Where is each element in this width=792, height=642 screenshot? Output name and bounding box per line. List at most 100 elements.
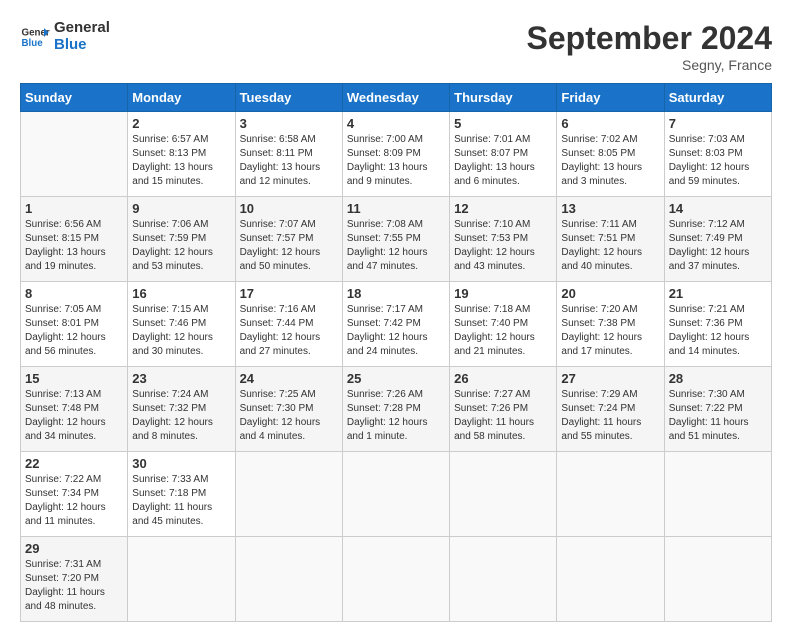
calendar-cell: 1 Sunrise: 6:56 AM Sunset: 8:15 PM Daylig… [21,197,128,282]
day-info: Sunrise: 7:33 AM Sunset: 7:18 PM Dayligh… [132,473,230,529]
day-number: 13 [561,201,659,216]
day-info: Sunrise: 7:00 AM Sunset: 8:09 PM Dayligh… [347,133,445,189]
calendar-cell: 13 Sunrise: 7:11 AM Sunset: 7:51 PM Dayli… [557,197,664,282]
day-info: Sunrise: 7:26 AM Sunset: 7:28 PM Dayligh… [347,388,445,444]
day-number: 2 [132,116,230,131]
calendar-cell [342,537,449,622]
calendar-cell [128,537,235,622]
calendar-cell [664,452,771,537]
day-info: Sunrise: 7:03 AM Sunset: 8:03 PM Dayligh… [669,133,767,189]
col-header-tuesday: Tuesday [235,84,342,112]
day-number: 12 [454,201,552,216]
day-number: 29 [25,541,123,556]
day-info: Sunrise: 7:24 AM Sunset: 7:32 PM Dayligh… [132,388,230,444]
calendar-cell [450,537,557,622]
calendar-cell [342,452,449,537]
title-block: September 2024 Segny, France [527,20,772,73]
calendar-cell: 3 Sunrise: 6:58 AM Sunset: 8:11 PM Daylig… [235,112,342,197]
day-number: 3 [240,116,338,131]
day-number: 21 [669,286,767,301]
calendar-cell: 15 Sunrise: 7:13 AM Sunset: 7:48 PM Dayli… [21,367,128,452]
col-header-sunday: Sunday [21,84,128,112]
day-number: 11 [347,201,445,216]
calendar-cell: 25 Sunrise: 7:26 AM Sunset: 7:28 PM Dayli… [342,367,449,452]
calendar-cell: 24Sunrise: 7:25 AM Sunset: 7:30 PM Dayli… [235,367,342,452]
day-info: Sunrise: 7:22 AM Sunset: 7:34 PM Dayligh… [25,473,123,529]
calendar-cell: 11 Sunrise: 7:08 AM Sunset: 7:55 PM Dayli… [342,197,449,282]
calendar-cell: 14Sunrise: 7:12 AM Sunset: 7:49 PM Dayli… [664,197,771,282]
page-header: General Blue General Blue September 2024… [20,20,772,73]
day-number: 24 [240,371,338,386]
col-header-monday: Monday [128,84,235,112]
calendar-cell: 16 Sunrise: 7:15 AM Sunset: 7:46 PM Dayli… [128,282,235,367]
day-info: Sunrise: 7:27 AM Sunset: 7:26 PM Dayligh… [454,388,552,444]
calendar-cell: 20Sunrise: 7:20 AM Sunset: 7:38 PM Dayli… [557,282,664,367]
calendar-cell: 21 Sunrise: 7:21 AM Sunset: 7:36 PM Dayli… [664,282,771,367]
calendar-cell: 23 Sunrise: 7:24 AM Sunset: 7:32 PM Dayli… [128,367,235,452]
svg-text:Blue: Blue [22,38,44,49]
day-number: 1 [25,201,123,216]
day-number: 10 [240,201,338,216]
day-number: 22 [25,456,123,471]
day-number: 28 [669,371,767,386]
day-number: 7 [669,116,767,131]
calendar-cell [21,112,128,197]
calendar-week-3: 15 Sunrise: 7:13 AM Sunset: 7:48 PM Dayli… [21,367,772,452]
day-number: 18 [347,286,445,301]
calendar-cell [235,537,342,622]
calendar-week-5: 29Sunrise: 7:31 AM Sunset: 7:20 PM Dayli… [21,537,772,622]
day-number: 15 [25,371,123,386]
calendar-cell [664,537,771,622]
day-info: Sunrise: 7:08 AM Sunset: 7:55 PM Dayligh… [347,218,445,274]
day-info: Sunrise: 7:13 AM Sunset: 7:48 PM Dayligh… [25,388,123,444]
calendar-cell: 18Sunrise: 7:17 AM Sunset: 7:42 PM Dayli… [342,282,449,367]
day-info: Sunrise: 7:12 AM Sunset: 7:49 PM Dayligh… [669,218,767,274]
day-number: 6 [561,116,659,131]
calendar-header-row: SundayMondayTuesdayWednesdayThursdayFrid… [21,84,772,112]
calendar-cell: 17Sunrise: 7:16 AM Sunset: 7:44 PM Dayli… [235,282,342,367]
calendar-cell: 29Sunrise: 7:31 AM Sunset: 7:20 PM Dayli… [21,537,128,622]
logo-general: General [54,20,110,37]
calendar-cell [557,537,664,622]
day-info: Sunrise: 7:07 AM Sunset: 7:57 PM Dayligh… [240,218,338,274]
calendar-cell: 30 Sunrise: 7:33 AM Sunset: 7:18 PM Dayli… [128,452,235,537]
day-info: Sunrise: 7:30 AM Sunset: 7:22 PM Dayligh… [669,388,767,444]
calendar-cell: 5Sunrise: 7:01 AM Sunset: 8:07 PM Daylig… [450,112,557,197]
logo-blue: Blue [54,37,110,54]
day-number: 4 [347,116,445,131]
day-number: 9 [132,201,230,216]
day-info: Sunrise: 7:29 AM Sunset: 7:24 PM Dayligh… [561,388,659,444]
calendar-cell: 2 Sunrise: 6:57 AM Sunset: 8:13 PM Daylig… [128,112,235,197]
calendar-cell [557,452,664,537]
day-number: 27 [561,371,659,386]
calendar-week-2: 8Sunrise: 7:05 AM Sunset: 8:01 PM Daylig… [21,282,772,367]
col-header-saturday: Saturday [664,84,771,112]
day-info: Sunrise: 6:58 AM Sunset: 8:11 PM Dayligh… [240,133,338,189]
day-info: Sunrise: 6:56 AM Sunset: 8:15 PM Dayligh… [25,218,123,274]
day-info: Sunrise: 7:15 AM Sunset: 7:46 PM Dayligh… [132,303,230,359]
calendar-cell: 8Sunrise: 7:05 AM Sunset: 8:01 PM Daylig… [21,282,128,367]
day-number: 19 [454,286,552,301]
calendar-cell: 12 Sunrise: 7:10 AM Sunset: 7:53 PM Dayli… [450,197,557,282]
day-info: Sunrise: 7:20 AM Sunset: 7:38 PM Dayligh… [561,303,659,359]
day-number: 26 [454,371,552,386]
month-title: September 2024 [527,20,772,57]
day-info: Sunrise: 7:11 AM Sunset: 7:51 PM Dayligh… [561,218,659,274]
calendar-cell: 4 Sunrise: 7:00 AM Sunset: 8:09 PM Daylig… [342,112,449,197]
day-info: Sunrise: 7:21 AM Sunset: 7:36 PM Dayligh… [669,303,767,359]
calendar-week-1: 1 Sunrise: 6:56 AM Sunset: 8:15 PM Daylig… [21,197,772,282]
day-number: 30 [132,456,230,471]
day-number: 23 [132,371,230,386]
col-header-friday: Friday [557,84,664,112]
day-info: Sunrise: 7:10 AM Sunset: 7:53 PM Dayligh… [454,218,552,274]
calendar-week-4: 22 Sunrise: 7:22 AM Sunset: 7:34 PM Dayli… [21,452,772,537]
calendar-cell: 7 Sunrise: 7:03 AM Sunset: 8:03 PM Daylig… [664,112,771,197]
calendar-table: SundayMondayTuesdayWednesdayThursdayFrid… [20,83,772,622]
day-number: 16 [132,286,230,301]
day-number: 5 [454,116,552,131]
calendar-cell: 19Sunrise: 7:18 AM Sunset: 7:40 PM Dayli… [450,282,557,367]
calendar-week-0: 2 Sunrise: 6:57 AM Sunset: 8:13 PM Daylig… [21,112,772,197]
calendar-cell [235,452,342,537]
day-info: Sunrise: 6:57 AM Sunset: 8:13 PM Dayligh… [132,133,230,189]
day-number: 25 [347,371,445,386]
